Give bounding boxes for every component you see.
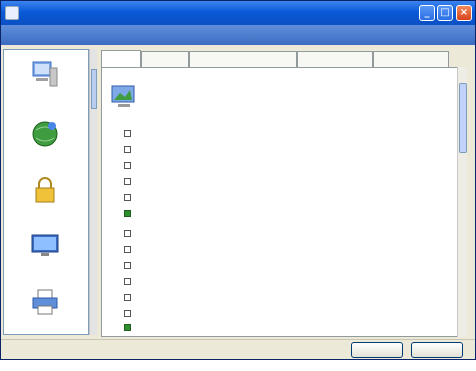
monitor-icon xyxy=(31,234,59,256)
computer-icon xyxy=(32,61,58,87)
checkbox-icon xyxy=(124,310,131,317)
list-item[interactable] xyxy=(124,178,134,190)
minimize-button[interactable]: _ xyxy=(419,5,435,21)
checkbox-icon xyxy=(124,262,131,269)
list-item[interactable] xyxy=(124,246,134,258)
first-button[interactable] xyxy=(351,342,403,358)
list-item[interactable] xyxy=(124,294,134,306)
sidebar-item-display[interactable] xyxy=(4,228,88,284)
tab-1[interactable] xyxy=(101,50,141,68)
sidebar-scrollbar[interactable] xyxy=(89,49,97,335)
maximize-button[interactable]: □ xyxy=(437,5,453,21)
content-scroll-thumb[interactable] xyxy=(459,83,467,153)
checkbox-checked-icon xyxy=(124,324,131,331)
printer-icon xyxy=(32,289,58,315)
list-item[interactable] xyxy=(124,130,134,142)
checkbox-icon xyxy=(124,246,131,253)
title-bar[interactable]: _ □ × xyxy=(1,1,475,25)
checkbox-icon xyxy=(124,278,131,285)
header-bar xyxy=(1,25,475,45)
tab-3[interactable] xyxy=(189,51,297,67)
list-item[interactable] xyxy=(124,162,134,174)
tab-5[interactable] xyxy=(373,51,449,67)
sidebar-item-network[interactable] xyxy=(4,116,88,172)
tab-4[interactable] xyxy=(297,51,373,67)
checkbox-icon xyxy=(124,146,131,153)
checkbox-icon xyxy=(124,178,131,185)
sidebar-item-printer[interactable] xyxy=(4,284,88,334)
list-item[interactable] xyxy=(124,310,134,322)
app-icon xyxy=(5,6,19,20)
content-panel xyxy=(101,67,467,337)
list-item[interactable] xyxy=(124,278,134,290)
tab-2[interactable] xyxy=(141,51,189,67)
list-item[interactable] xyxy=(124,146,134,158)
app-window: _ □ × xyxy=(0,0,476,360)
list-item[interactable] xyxy=(124,194,134,206)
sidebar-item-computer[interactable] xyxy=(4,56,88,112)
second-button[interactable] xyxy=(411,342,463,358)
checkbox-checked-icon xyxy=(124,210,131,217)
sidebar-scroll-thumb[interactable] xyxy=(91,69,97,109)
checkbox-icon xyxy=(124,162,131,169)
checkbox-icon xyxy=(124,130,131,137)
checkbox-icon xyxy=(124,194,131,201)
checkbox-icon xyxy=(124,230,131,237)
list-item[interactable] xyxy=(124,210,134,222)
globe-icon xyxy=(32,121,58,147)
sidebar xyxy=(3,49,89,335)
lock-icon xyxy=(35,177,55,203)
status-bar xyxy=(1,339,475,359)
tab-strip xyxy=(101,50,473,68)
list-item[interactable] xyxy=(124,262,134,274)
sidebar-item-security[interactable] xyxy=(4,172,88,228)
overview-icon xyxy=(111,85,135,107)
close-button[interactable]: × xyxy=(456,5,472,21)
list-item[interactable] xyxy=(124,324,134,336)
list-item[interactable] xyxy=(124,230,134,242)
checkbox-icon xyxy=(124,294,131,301)
content-scrollbar[interactable] xyxy=(457,67,467,337)
